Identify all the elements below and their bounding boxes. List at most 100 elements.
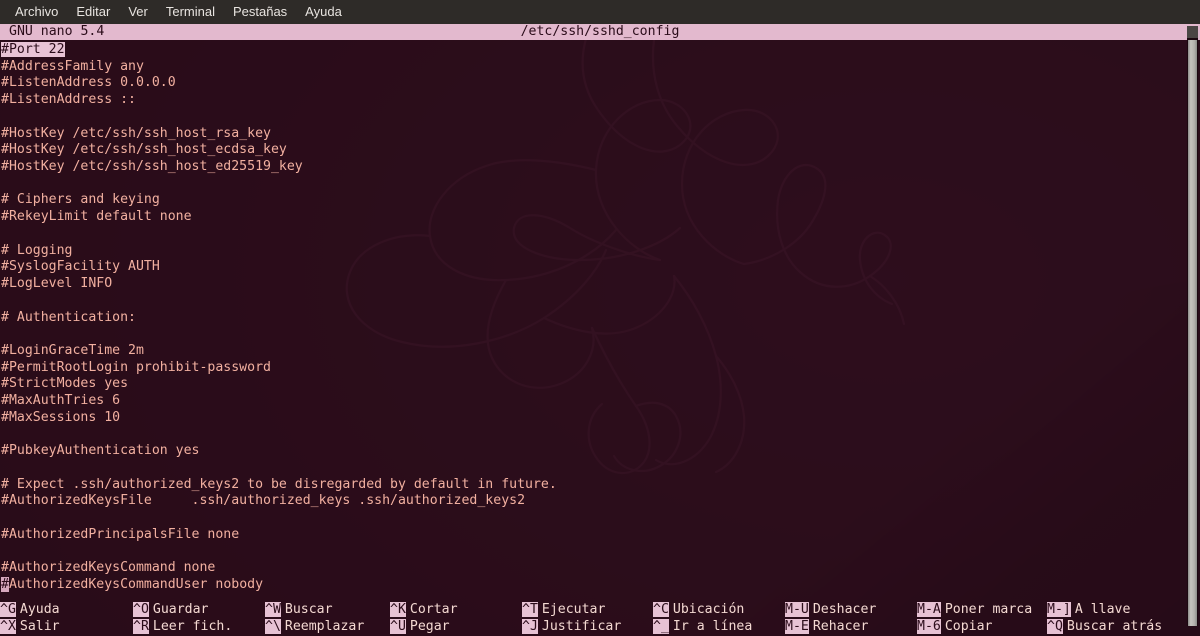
shortcut-paste[interactable]: ^UPegar (390, 618, 450, 635)
shortcut-key: ^T (522, 602, 538, 617)
shortcut-key: M-] (1047, 602, 1071, 617)
editor-line[interactable] (1, 326, 1200, 343)
shortcut-key: M-A (917, 602, 941, 617)
terminal-scrollbar[interactable] (1187, 26, 1198, 626)
editor-line-text: AuthorizedKeysCommandUser nobody (9, 577, 263, 592)
menu-bar: Archivo Editar Ver Terminal Pestañas Ayu… (0, 0, 1200, 24)
shortcut-label: Salir (16, 619, 60, 634)
editor-line[interactable]: #ListenAddress :: (1, 92, 1200, 109)
shortcut-location[interactable]: ^CUbicación (653, 601, 744, 618)
shortcut-goto-line[interactable]: ^_Ir a línea (653, 618, 752, 635)
shortcut-cut[interactable]: ^KCortar (390, 601, 458, 618)
shortcut-key: M-E (785, 619, 809, 634)
shortcut-label: Justificar (538, 619, 621, 634)
shortcut-label: Rehacer (809, 619, 869, 634)
editor-line[interactable]: #LoginGraceTime 2m (1, 343, 1200, 360)
editor-line[interactable]: #StrictModes yes (1, 376, 1200, 393)
selected-text: #Port 22 (1, 42, 65, 57)
text-cursor: # (1, 577, 9, 592)
shortcut-key: ^U (390, 619, 406, 634)
editor-line[interactable]: #LogLevel INFO (1, 276, 1200, 293)
shortcut-search-backward[interactable]: ^QBuscar atrás (1047, 618, 1162, 635)
editor-line[interactable]: #PubkeyAuthentication yes (1, 443, 1200, 460)
editor-line[interactable]: #AddressFamily any (1, 59, 1200, 76)
editor-line[interactable] (1, 226, 1200, 243)
editor-line[interactable]: # Ciphers and keying (1, 192, 1200, 209)
scrollbar-thumb[interactable] (1188, 40, 1197, 626)
editor-line[interactable]: #SyslogFacility AUTH (1, 259, 1200, 276)
editor-line[interactable] (1, 427, 1200, 444)
nano-editor[interactable]: GNU nano 5.4 /etc/ssh/sshd_config #Port … (0, 24, 1200, 636)
shortcut-exit[interactable]: ^XSalir (0, 618, 60, 635)
shortcut-copy[interactable]: M-6Copiar (917, 618, 992, 635)
editor-line[interactable] (1, 510, 1200, 527)
editor-line[interactable]: # Expect .ssh/authorized_keys2 to be dis… (1, 477, 1200, 494)
shortcut-execute[interactable]: ^TEjecutar (522, 601, 605, 618)
shortcut-label: Deshacer (809, 602, 877, 617)
menu-editar[interactable]: Editar (67, 1, 119, 23)
shortcut-read-file[interactable]: ^RLeer fich. (133, 618, 232, 635)
shortcut-key: ^R (133, 619, 149, 634)
shortcut-key: M-U (785, 602, 809, 617)
editor-line[interactable]: # Authentication: (1, 310, 1200, 327)
nano-file-name: /etc/ssh/sshd_config (0, 24, 1200, 40)
editor-line[interactable] (1, 460, 1200, 477)
nano-text-area[interactable]: #Port 22#AddressFamily any#ListenAddress… (0, 42, 1200, 598)
shortcut-key: M-6 (917, 619, 941, 634)
editor-line[interactable]: #RekeyLimit default none (1, 209, 1200, 226)
terminal-window: Archivo Editar Ver Terminal Pestañas Ayu… (0, 0, 1200, 636)
shortcut-redo[interactable]: M-ERehacer (785, 618, 868, 635)
shortcut-help[interactable]: ^GAyuda (0, 601, 60, 618)
shortcut-row-1: ^GAyuda ^OGuardar ^WBuscar ^KCortar ^TEjecut… (0, 601, 1200, 618)
menu-pestanas[interactable]: Pestañas (224, 1, 296, 23)
shortcut-set-mark[interactable]: M-APoner marca (917, 601, 1032, 618)
shortcut-key: ^_ (653, 619, 669, 634)
shortcut-row-2: ^XSalir ^RLeer fich. ^\Reemplazar ^UPegar ^J… (0, 618, 1200, 635)
editor-line[interactable] (1, 176, 1200, 193)
shortcut-undo[interactable]: M-UDeshacer (785, 601, 876, 618)
editor-line[interactable] (1, 544, 1200, 561)
shortcut-key: ^G (0, 602, 16, 617)
shortcut-to-bracket[interactable]: M-]A llave (1047, 601, 1130, 618)
editor-line[interactable] (1, 109, 1200, 126)
shortcut-save[interactable]: ^OGuardar (133, 601, 208, 618)
shortcut-justify[interactable]: ^JJustificar (522, 618, 621, 635)
shortcut-label: Buscar atrás (1063, 619, 1162, 634)
nano-shortcut-bar: ^GAyuda ^OGuardar ^WBuscar ^KCortar ^TEjecut… (0, 601, 1200, 635)
shortcut-label: Leer fich. (149, 619, 232, 634)
shortcut-search[interactable]: ^WBuscar (265, 601, 333, 618)
nano-title-bar: GNU nano 5.4 /etc/ssh/sshd_config (0, 24, 1200, 40)
editor-line[interactable]: #AuthorizedPrincipalsFile none (1, 527, 1200, 544)
shortcut-key: ^Q (1047, 619, 1063, 634)
shortcut-label: Buscar (281, 602, 333, 617)
shortcut-label: A llave (1071, 602, 1131, 617)
shortcut-key: ^X (0, 619, 16, 634)
menu-ver[interactable]: Ver (119, 1, 157, 23)
shortcut-key: ^\ (265, 619, 281, 634)
editor-line[interactable]: #MaxSessions 10 (1, 410, 1200, 427)
editor-line[interactable] (1, 293, 1200, 310)
editor-line[interactable]: #HostKey /etc/ssh/ssh_host_ed25519_key (1, 159, 1200, 176)
shortcut-key: ^W (265, 602, 281, 617)
editor-line[interactable]: #AuthorizedKeysCommand none (1, 560, 1200, 577)
shortcut-label: Poner marca (941, 602, 1032, 617)
shortcut-key: ^K (390, 602, 406, 617)
editor-line[interactable]: #HostKey /etc/ssh/ssh_host_ecdsa_key (1, 142, 1200, 159)
shortcut-label: Copiar (941, 619, 993, 634)
shortcut-key: ^C (653, 602, 669, 617)
shortcut-label: Ubicación (669, 602, 744, 617)
editor-line[interactable]: #ListenAddress 0.0.0.0 (1, 75, 1200, 92)
editor-line[interactable]: #AuthorizedKeysCommandUser nobody (1, 577, 1200, 594)
menu-archivo[interactable]: Archivo (6, 1, 67, 23)
editor-line[interactable]: #HostKey /etc/ssh/ssh_host_rsa_key (1, 126, 1200, 143)
menu-ayuda[interactable]: Ayuda (296, 1, 351, 23)
editor-line[interactable]: #AuthorizedKeysFile .ssh/authorized_keys… (1, 493, 1200, 510)
editor-line[interactable]: #MaxAuthTries 6 (1, 393, 1200, 410)
menu-terminal[interactable]: Terminal (157, 1, 224, 23)
editor-line[interactable]: #Port 22 (1, 42, 1200, 59)
shortcut-key: ^O (133, 602, 149, 617)
editor-line[interactable]: # Logging (1, 243, 1200, 260)
shortcut-replace[interactable]: ^\Reemplazar (265, 618, 364, 635)
editor-line[interactable]: #PermitRootLogin prohibit-password (1, 360, 1200, 377)
shortcut-label: Pegar (406, 619, 450, 634)
